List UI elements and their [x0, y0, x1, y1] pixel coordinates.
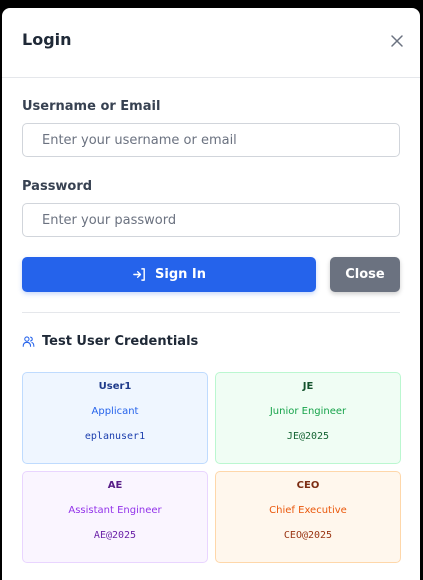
- credential-role: Assistant Engineer: [68, 505, 162, 516]
- credential-card-ceo[interactable]: CEO Chief Executive CEO@2025: [215, 471, 401, 563]
- credential-username: CEO: [296, 480, 320, 491]
- credential-role: Junior Engineer: [269, 406, 347, 417]
- credentials-title: Test User Credentials: [42, 334, 199, 349]
- credential-username: JE: [302, 381, 314, 392]
- credentials-header: Test User Credentials: [22, 334, 198, 349]
- users-icon: [22, 336, 35, 347]
- credential-username: User1: [98, 381, 132, 392]
- credential-password: AE@2025: [93, 530, 137, 541]
- credential-password: eplanuser1: [84, 431, 146, 442]
- credential-username: AE: [107, 480, 123, 491]
- sign-in-button[interactable]: Sign In: [22, 257, 316, 292]
- credential-role: Applicant: [91, 406, 139, 417]
- credential-password: CEO@2025: [283, 530, 333, 541]
- close-icon[interactable]: [390, 34, 404, 48]
- credentials-grid: User1 Applicant eplanuser1 JE Junior Eng…: [22, 372, 401, 563]
- credential-card-user1[interactable]: User1 Applicant eplanuser1: [22, 372, 208, 464]
- modal-header: Login: [2, 8, 420, 78]
- sign-in-label: Sign In: [155, 267, 206, 282]
- credential-card-je[interactable]: JE Junior Engineer JE@2025: [215, 372, 401, 464]
- password-label: Password: [22, 179, 93, 194]
- username-input[interactable]: [22, 123, 400, 157]
- credential-card-ae[interactable]: AE Assistant Engineer AE@2025: [22, 471, 208, 563]
- divider: [22, 312, 400, 313]
- modal-title: Login: [22, 30, 72, 49]
- close-button[interactable]: Close: [330, 257, 400, 292]
- username-label: Username or Email: [22, 99, 161, 114]
- login-modal: Login Username or Email Password Sign In…: [2, 8, 420, 580]
- sign-in-icon: [133, 268, 145, 281]
- credential-password: JE@2025: [286, 431, 330, 442]
- credential-role: Chief Executive: [269, 505, 347, 516]
- password-input[interactable]: [22, 203, 400, 237]
